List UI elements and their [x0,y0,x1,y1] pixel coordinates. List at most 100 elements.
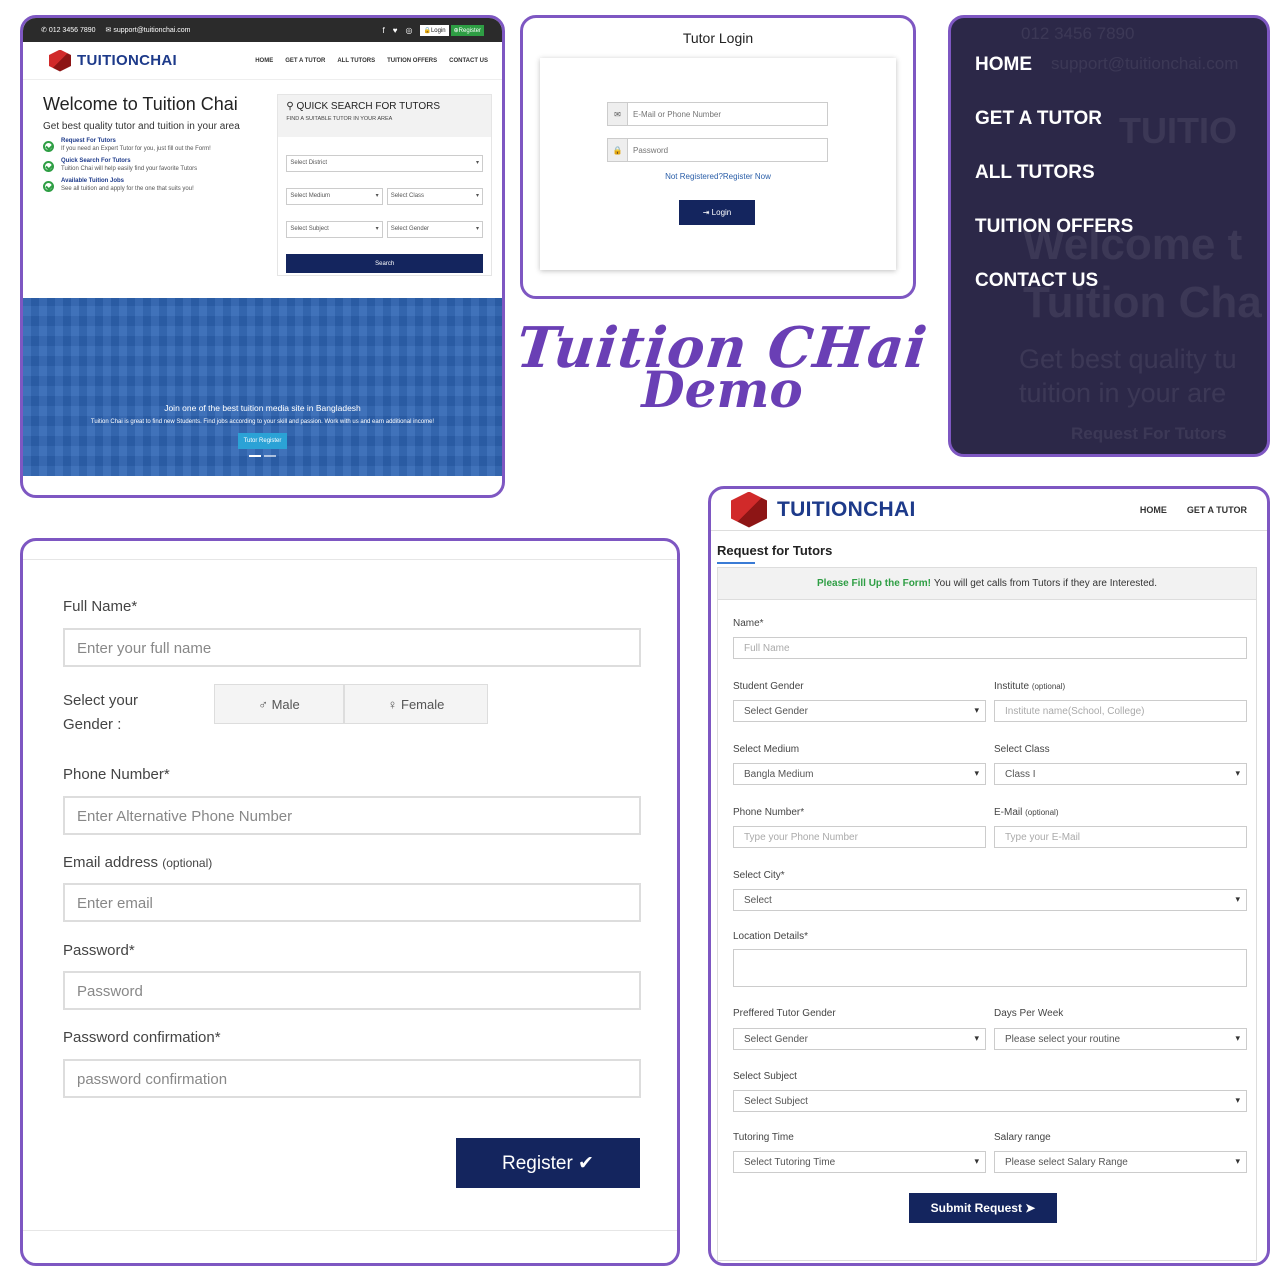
brand-name[interactable]: TUITIONCHAI [77,52,177,69]
institute-label: Institute (optional) [994,681,1066,692]
nav-contact-us[interactable]: CONTACT US [449,58,488,64]
gender-label-2: Gender : [63,716,122,733]
ghost-feature: Request For Tutors [1071,424,1227,443]
feature-item: Quick Search For Tutors Tuition Chai will… [43,158,265,172]
register-submit-button[interactable]: Register ✔ [456,1138,640,1188]
search-icon: ⚲ [286,101,297,112]
password-field[interactable]: 🔒 [607,138,828,162]
female-icon: ♀ [387,696,398,712]
medium-select[interactable]: Bangla Medium [733,763,986,785]
login-button[interactable]: ⇥ Login [679,200,755,225]
class-select[interactable]: Select Class [386,188,483,205]
email-label: E-Mail (optional) [994,807,1059,818]
email-label: Email address (optional) [63,854,213,871]
salary-label: Salary range [994,1132,1051,1143]
register-link[interactable]: Not Registered?Register Now [540,172,896,181]
password-input[interactable] [628,139,827,161]
days-select[interactable]: Please select your routine [994,1028,1247,1050]
register-button[interactable]: ⊕Register [450,24,484,36]
password-confirm-label: Password confirmation* [63,1029,221,1046]
twitter-icon[interactable]: ♥ [393,26,398,35]
subject-select[interactable]: Select Subject [733,1090,1247,1112]
email-input[interactable]: Enter email [63,883,641,922]
carousel-indicators [23,455,502,457]
submit-request-button[interactable]: Submit Request ➤ [909,1193,1057,1223]
menu-home[interactable]: HOME [975,54,1032,76]
page-title: Welcome to Tuition Chai [43,94,238,114]
male-icon: ♂ [258,696,268,712]
request-navbar: TUITIONCHAI HOME GET A TUTOR [711,489,1267,531]
location-textarea[interactable] [733,949,1247,987]
medium-select[interactable]: Select Medium [286,188,383,205]
tutor-register-button[interactable]: Tutor Register [237,433,288,449]
phone-input[interactable]: Enter Alternative Phone Number [63,796,641,835]
class-select[interactable]: Class I [994,763,1247,785]
request-form: Please Fill Up the Form! You will get cal… [717,567,1257,1261]
institute-input[interactable]: Institute name(School, College) [994,700,1247,722]
medium-label: Select Medium [733,744,800,755]
student-gender-select[interactable]: Select Gender [733,700,986,722]
nav-home[interactable]: HOME [1140,505,1167,515]
carousel-dot[interactable] [264,455,276,457]
ghost-sub-1: Get best quality tu [1019,344,1237,374]
instagram-icon[interactable]: ◎ [405,26,412,35]
carousel-dot[interactable] [249,455,261,457]
main-navbar: TUITIONCHAI HOME GET A TUTOR ALL TUTORS … [23,42,502,80]
email-field[interactable]: ✉ [607,102,828,126]
student-gender-label: Student Gender [733,681,804,692]
salary-select[interactable]: Please select Salary Range [994,1151,1247,1173]
brand-name[interactable]: TUITIONCHAI [777,498,916,522]
nav-get-a-tutor[interactable]: GET A TUTOR [285,58,325,64]
gender-select[interactable]: Select Gender [386,221,483,238]
form-note: Please Fill Up the Form! You will get cal… [718,568,1256,600]
home-page-panel: ✆ 012 3456 7890 ✉ support@tuitionchai.co… [20,15,505,498]
nav-all-tutors[interactable]: ALL TUTORS [337,58,375,64]
demo-title-line-1: Tuition CHai [513,315,931,381]
email-input[interactable]: Type your E-Mail [994,826,1247,848]
ghost-brand: TUITIO [1119,110,1237,151]
full-name-label: Full Name* [63,598,138,615]
password-input[interactable]: Password [63,971,641,1010]
nav-get-a-tutor[interactable]: GET A TUTOR [1187,505,1247,515]
days-label: Days Per Week [994,1008,1064,1019]
password-confirm-input[interactable]: password confirmation [63,1059,641,1098]
login-button[interactable]: 🔒Login [420,24,449,36]
top-bar: ✆ 012 3456 7890 ✉ support@tuitionchai.co… [23,18,502,42]
phone-label: Phone Number* [63,766,170,783]
heading-underline [717,562,755,564]
male-button[interactable]: ♂ Male [214,684,344,724]
banner-description: Tuition Chai is great to find new Studen… [90,419,435,425]
logo-icon[interactable] [49,49,71,72]
tutor-gender-select[interactable]: Select Gender [733,1028,986,1050]
name-input[interactable]: Full Name [733,637,1247,659]
subject-select[interactable]: Select Subject [286,221,383,238]
city-select[interactable]: Select [733,889,1247,911]
nav-tuition-offers[interactable]: TUITION OFFERS [387,58,437,64]
search-button[interactable]: Search [286,254,483,273]
feature-item: Available Tuition Jobs See all tuition an… [43,178,265,192]
logo-icon[interactable] [731,491,767,528]
phone-info: ✆ 012 3456 7890 [41,27,96,34]
district-select[interactable]: Select District [286,155,483,172]
phone-input[interactable]: Type your Phone Number [733,826,986,848]
full-name-input[interactable]: Enter your full name [63,628,641,667]
email-input[interactable] [628,103,827,125]
female-button[interactable]: ♀ Female [344,684,488,724]
register-form: Full Name* Enter your full name Select y… [23,559,677,1231]
ghost-email: support@tuitionchai.com [1051,54,1239,73]
banner-title: Join one of the best tuition media site … [164,403,361,413]
nav-home[interactable]: HOME [255,58,273,64]
facebook-icon[interactable]: f [382,26,384,35]
password-label: Password* [63,942,135,959]
menu-all-tutors[interactable]: ALL TUTORS [975,162,1095,184]
menu-get-a-tutor[interactable]: GET A TUTOR [975,108,1102,130]
lock-icon: 🔒 [608,139,628,161]
page-subtitle: Get best quality tutor and tuition in yo… [43,121,240,132]
tutor-gender-label: Preffered Tutor Gender [733,1008,836,1019]
check-circle-icon [43,181,54,192]
envelope-icon: ✉ [608,103,628,125]
menu-tuition-offers[interactable]: TUITION OFFERS [975,216,1133,238]
menu-contact-us[interactable]: CONTACT US [975,270,1098,292]
time-select[interactable]: Select Tutoring Time [733,1151,986,1173]
login-title: Tutor Login [682,30,754,46]
